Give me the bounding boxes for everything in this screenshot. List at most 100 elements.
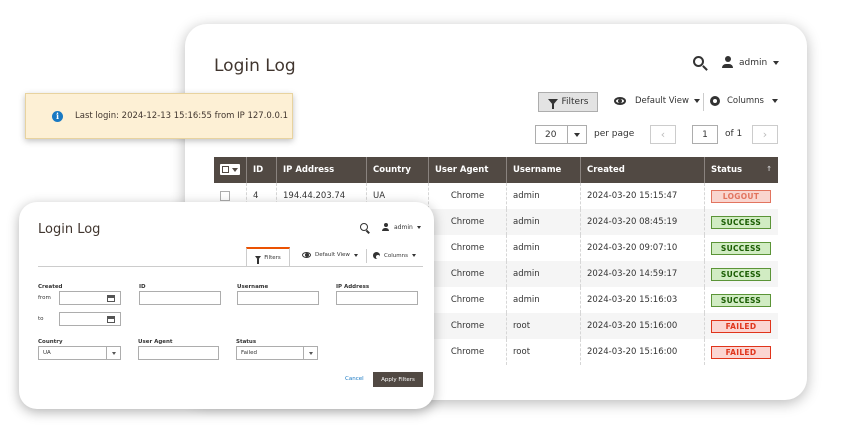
cell-username: admin (506, 209, 581, 235)
column-header-user-agent[interactable]: User Agent (428, 157, 507, 183)
default-view-label: Default View (635, 96, 689, 106)
filters-tab-label: Filters (264, 255, 281, 261)
status-badge: SUCCESS (711, 267, 771, 281)
admin-label: admin (739, 58, 768, 68)
cell-status: SUCCESS (704, 235, 778, 261)
status-badge: SUCCESS (711, 241, 771, 255)
panel-divider (38, 266, 423, 267)
cell-created: 2024-03-20 14:59:17 (580, 261, 705, 287)
calendar-icon[interactable] (107, 295, 115, 302)
cell-created: 2024-03-20 15:16:00 (580, 313, 705, 339)
cell-created: 2024-03-20 15:16:03 (580, 287, 705, 313)
cancel-button[interactable]: Cancel (345, 376, 364, 382)
user-icon (382, 223, 389, 231)
mass-select-header[interactable] (214, 157, 247, 183)
cell-user-agent: Chrome (428, 209, 507, 235)
calendar-icon[interactable] (107, 316, 115, 323)
cell-status: SUCCESS (704, 261, 778, 287)
cell-username: admin (506, 261, 581, 287)
country-label: Country (38, 339, 63, 345)
row-checkbox[interactable] (220, 191, 230, 201)
table-header-row: ID IP Address Country User Agent Usernam… (214, 157, 778, 183)
columns-label: Columns (727, 96, 764, 106)
created-label: Created (38, 284, 63, 290)
cell-user-agent: Chrome (428, 183, 507, 209)
chevron-down-icon (353, 253, 358, 257)
created-from-input[interactable] (59, 291, 121, 305)
cell-created: 2024-03-20 15:16:00 (580, 339, 705, 365)
chevron-down-icon (106, 347, 120, 359)
username-label: Username (237, 284, 269, 290)
status-value: Failed (241, 350, 257, 356)
chevron-down-icon (771, 99, 778, 103)
cell-status: LOGOUT (704, 183, 778, 209)
default-view-dropdown[interactable]: Default View (302, 252, 358, 258)
page-total: of 1 (725, 129, 743, 139)
cell-username: root (506, 313, 581, 339)
cell-status: SUCCESS (704, 209, 778, 235)
created-to-input[interactable] (59, 312, 121, 326)
cell-username: root (506, 339, 581, 365)
cell-status: FAILED (704, 313, 778, 339)
columns-dropdown[interactable]: Columns (710, 96, 778, 106)
columns-label: Columns (384, 252, 408, 259)
apply-filters-button[interactable]: Apply Filters (373, 372, 423, 387)
column-header-country[interactable]: Country (366, 157, 429, 183)
status-badge: SUCCESS (711, 293, 771, 307)
panel-title: Login Log (38, 222, 101, 237)
cell-username: admin (506, 287, 581, 313)
per-page-select[interactable]: 20 (535, 125, 587, 144)
prev-page-button[interactable]: ‹ (650, 125, 676, 144)
cell-user-agent: Chrome (428, 261, 507, 287)
from-label: from (38, 295, 51, 301)
status-badge: FAILED (711, 319, 771, 333)
user-agent-input[interactable] (138, 346, 219, 360)
id-input[interactable] (139, 291, 221, 305)
sort-arrow-icon: ↑ (766, 165, 772, 173)
filters-label: Filters (561, 97, 589, 107)
default-view-dropdown[interactable]: Default View (614, 96, 700, 106)
admin-menu[interactable]: admin (394, 224, 421, 231)
user-icon (722, 56, 733, 68)
column-header-id[interactable]: ID (246, 157, 277, 183)
search-icon[interactable] (360, 223, 370, 234)
search-icon[interactable] (693, 56, 709, 72)
notice-text: Last login: 2024-12-13 15:16:55 from IP … (75, 111, 289, 121)
user-agent-label: User Agent (138, 339, 173, 345)
username-input[interactable] (237, 291, 319, 305)
per-page-label: per page (594, 129, 635, 139)
status-select[interactable]: Failed (236, 346, 318, 360)
chevron-down-icon (567, 126, 586, 143)
column-header-created[interactable]: Created (580, 157, 705, 183)
info-icon: i (52, 110, 63, 122)
status-header-label: Status (711, 165, 743, 175)
ip-address-input[interactable] (336, 291, 418, 305)
cell-status: FAILED (704, 339, 778, 365)
ip-address-label: IP Address (336, 284, 370, 290)
cell-username: admin (506, 183, 581, 209)
admin-menu[interactable]: admin (739, 58, 780, 68)
chevron-down-icon (411, 254, 416, 257)
cell-user-agent: Chrome (428, 339, 507, 365)
next-page-button[interactable]: › (752, 125, 778, 144)
divider (366, 249, 367, 263)
column-header-username[interactable]: Username (506, 157, 581, 183)
cell-user-agent: Chrome (428, 235, 507, 261)
cell-created: 2024-03-20 08:45:19 (580, 209, 705, 235)
country-select[interactable]: UA (38, 346, 121, 360)
page-input[interactable]: 1 (692, 125, 718, 144)
chevron-down-icon (416, 226, 421, 229)
filters-button[interactable]: Filters (538, 92, 598, 112)
cell-created: 2024-03-20 15:15:47 (580, 183, 705, 209)
columns-dropdown[interactable]: Columns (373, 252, 416, 259)
column-header-status[interactable]: Status ↑ (704, 157, 778, 183)
eye-icon (302, 252, 311, 258)
column-header-ip[interactable]: IP Address (276, 157, 367, 183)
filters-tab[interactable]: Filters (246, 247, 290, 267)
mass-select-checkbox[interactable] (220, 164, 240, 175)
cell-user-agent: Chrome (428, 313, 507, 339)
cell-user-agent: Chrome (428, 287, 507, 313)
admin-label: admin (394, 224, 413, 231)
filter-icon (255, 256, 262, 264)
status-badge: SUCCESS (711, 215, 771, 229)
